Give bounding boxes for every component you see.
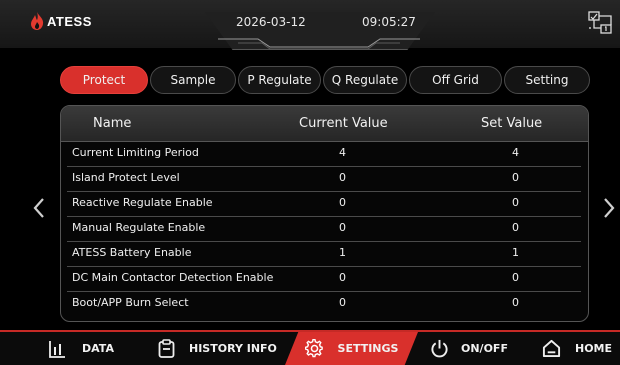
table-row[interactable]: ATESS Battery Enable 1 1	[67, 242, 581, 267]
row-name: Island Protect Level	[72, 171, 180, 184]
row-set-value[interactable]: 4	[512, 146, 519, 159]
nav-label: SETTINGS	[337, 342, 399, 355]
column-header-set-value: Set Value	[481, 116, 543, 131]
table-row[interactable]: Boot/APP Burn Select 0 0	[67, 292, 581, 317]
flame-icon	[31, 12, 44, 30]
table-row[interactable]: Island Protect Level 0 0	[67, 167, 581, 192]
tab-sample[interactable]: Sample	[150, 66, 236, 94]
nav-label: ON/OFF	[461, 342, 508, 355]
top-bar: ATESS 2026-03-12 09:05:27	[0, 0, 620, 50]
header-decoration	[218, 38, 420, 50]
gear-icon	[304, 339, 323, 358]
network-icon[interactable]	[588, 11, 612, 37]
row-current-value: 0	[339, 271, 346, 284]
row-name: ATESS Battery Enable	[72, 246, 192, 259]
row-current-value: 0	[339, 171, 346, 184]
column-header-name: Name	[93, 116, 132, 131]
clipboard-icon	[158, 339, 175, 358]
nav-on-off[interactable]: ON/OFF	[430, 332, 520, 365]
nav-data[interactable]: DATA	[48, 332, 138, 365]
bottom-nav: DATA HISTORY INFO SETTINGS ON/OFF HOME	[0, 330, 620, 365]
next-page-button[interactable]	[598, 192, 620, 224]
parameter-table: Name Current Value Set Value Current Lim…	[60, 105, 589, 322]
column-header-current-value: Current Value	[299, 116, 388, 131]
tab-off-grid[interactable]: Off Grid	[409, 66, 502, 94]
row-set-value[interactable]: 0	[512, 196, 519, 209]
chevron-right-icon	[604, 198, 615, 218]
row-name: Reactive Regulate Enable	[72, 196, 213, 209]
row-current-value: 0	[339, 196, 346, 209]
nav-label: HOME	[575, 342, 613, 355]
brand-name: ATESS	[47, 13, 92, 29]
row-name: Boot/APP Burn Select	[72, 296, 189, 309]
chevron-left-icon	[33, 198, 44, 218]
table-row[interactable]: Reactive Regulate Enable 0 0	[67, 192, 581, 217]
table-row[interactable]: Manual Regulate Enable 0 0	[67, 217, 581, 242]
bar-chart-icon	[49, 340, 65, 358]
row-set-value[interactable]: 0	[512, 221, 519, 234]
row-current-value: 0	[339, 296, 346, 309]
row-name: Current Limiting Period	[72, 146, 199, 159]
row-current-value: 0	[339, 221, 346, 234]
table-row[interactable]: Current Limiting Period 4 4	[67, 142, 581, 167]
tab-setting[interactable]: Setting	[504, 66, 590, 94]
row-set-value[interactable]: 0	[512, 271, 519, 284]
row-set-value[interactable]: 1	[512, 246, 519, 259]
row-current-value: 4	[339, 146, 346, 159]
power-icon	[431, 339, 448, 358]
row-current-value: 1	[339, 246, 346, 259]
brand-logo: ATESS	[30, 12, 92, 30]
row-name: DC Main Contactor Detection Enable	[72, 271, 274, 284]
table-row[interactable]: DC Main Contactor Detection Enable 0 0	[67, 267, 581, 292]
nav-history-info[interactable]: HISTORY INFO	[158, 332, 278, 365]
tab-protect[interactable]: Protect	[60, 66, 148, 94]
current-date: 2026-03-12	[236, 15, 306, 29]
tab-p-regulate[interactable]: P Regulate	[238, 66, 321, 94]
home-icon	[542, 339, 561, 358]
nav-home[interactable]: HOME	[542, 332, 614, 365]
row-name: Manual Regulate Enable	[72, 221, 206, 234]
nav-label: HISTORY INFO	[189, 342, 277, 355]
nav-label: DATA	[82, 342, 114, 355]
nav-settings[interactable]: SETTINGS	[285, 332, 418, 365]
row-set-value[interactable]: 0	[512, 296, 519, 309]
previous-page-button[interactable]	[28, 192, 50, 224]
table-header: Name Current Value Set Value	[61, 106, 588, 142]
row-set-value[interactable]: 0	[512, 171, 519, 184]
tab-q-regulate[interactable]: Q Regulate	[323, 66, 407, 94]
current-time: 09:05:27	[362, 15, 416, 29]
